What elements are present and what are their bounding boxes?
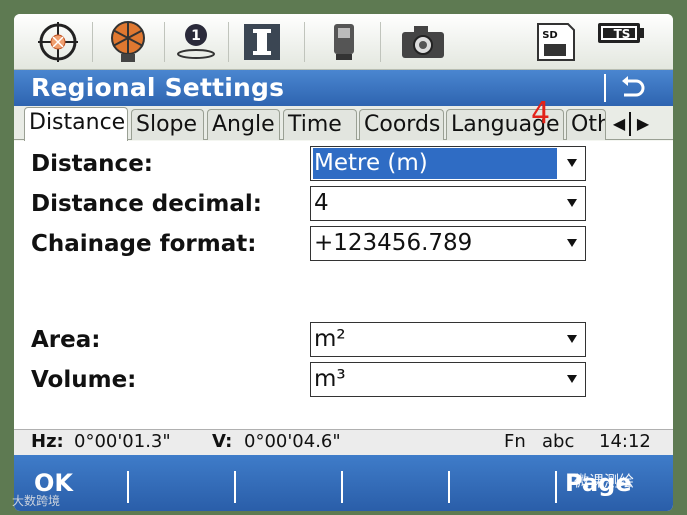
clock: 14:12 <box>599 431 651 452</box>
input-mode-indicator: abc <box>542 431 575 452</box>
top-icon-bar: 1 SD TS <box>14 14 673 70</box>
hz-value: 0°00'01.3" <box>74 431 171 452</box>
distance-unit-select[interactable]: Metre (m) <box>310 146 586 181</box>
annotation-number: 4 <box>531 96 551 131</box>
camera-icon[interactable] <box>398 20 448 64</box>
distance-decimal-label: Distance decimal: <box>31 191 262 217</box>
svg-text:1: 1 <box>191 28 201 44</box>
chainage-format-value: +123456.789 <box>314 230 473 256</box>
title-bar: Regional Settings <box>14 70 673 106</box>
volume-unit-value: m³ <box>314 366 346 392</box>
tab-scroll-left-icon[interactable]: ◀ <box>610 110 628 138</box>
v-label: V: <box>212 431 233 452</box>
f5-button[interactable] <box>450 461 555 505</box>
face-1-icon[interactable]: 1 <box>174 20 218 64</box>
svg-text:SD: SD <box>542 30 558 41</box>
tab-other[interactable]: Oth <box>566 109 606 140</box>
battery-label: TS <box>613 27 631 41</box>
dropdown-arrow-icon <box>567 199 577 207</box>
prism-icon[interactable] <box>106 20 150 64</box>
tab-time[interactable]: Time <box>283 109 357 140</box>
watermark-right: 微课测绘 <box>574 472 635 490</box>
distance-unit-value: Metre (m) <box>313 148 557 179</box>
area-unit-select[interactable]: m² <box>310 322 586 357</box>
dropdown-arrow-icon <box>567 335 577 343</box>
watermark-left: 大数跨境 <box>12 494 61 508</box>
tab-distance[interactable]: Distance <box>24 107 128 141</box>
volume-unit-select[interactable]: m³ <box>310 362 586 397</box>
back-icon[interactable] <box>618 74 646 102</box>
distance-label: Distance: <box>31 151 153 177</box>
dropdown-arrow-icon <box>567 159 577 167</box>
area-label: Area: <box>31 327 101 353</box>
distance-decimal-select[interactable]: 4 <box>310 186 586 221</box>
area-unit-value: m² <box>314 326 346 352</box>
f4-button[interactable] <box>343 461 448 505</box>
crosshair-target-icon[interactable] <box>36 20 80 64</box>
page-title: Regional Settings <box>31 73 285 102</box>
fn-indicator: Fn <box>504 431 526 452</box>
tab-coords[interactable]: Coords <box>359 109 444 140</box>
status-bar: Hz: 0°00'01.3" V: 0°00'04.6" Fn abc 14:1… <box>14 429 673 455</box>
chainage-format-label: Chainage format: <box>31 231 257 257</box>
f3-button[interactable] <box>236 461 341 505</box>
dropdown-arrow-icon <box>567 375 577 383</box>
settings-panel: Distance: Metre (m) Distance decimal: 4 … <box>14 141 673 429</box>
tab-slope[interactable]: Slope <box>131 109 204 140</box>
dropdown-arrow-icon <box>567 239 577 247</box>
v-value: 0°00'04.6" <box>244 431 341 452</box>
tab-angle[interactable]: Angle <box>207 109 280 140</box>
volume-label: Volume: <box>31 367 137 393</box>
tab-scroll-right-icon[interactable]: ▶ <box>634 110 652 138</box>
tab-bar: Distance Slope Angle Time Coords Languag… <box>14 106 673 141</box>
f2-button[interactable] <box>129 461 234 505</box>
app-frame: 1 SD TS Regional Settings Distance Slope… <box>14 14 673 511</box>
distance-decimal-value: 4 <box>314 190 329 216</box>
sd-card-icon[interactable]: SD <box>534 20 576 64</box>
edm-mode-icon[interactable] <box>240 20 284 64</box>
instrument-icon[interactable] <box>324 20 364 64</box>
chainage-format-select[interactable]: +123456.789 <box>310 226 586 261</box>
hz-label: Hz: <box>31 431 64 452</box>
